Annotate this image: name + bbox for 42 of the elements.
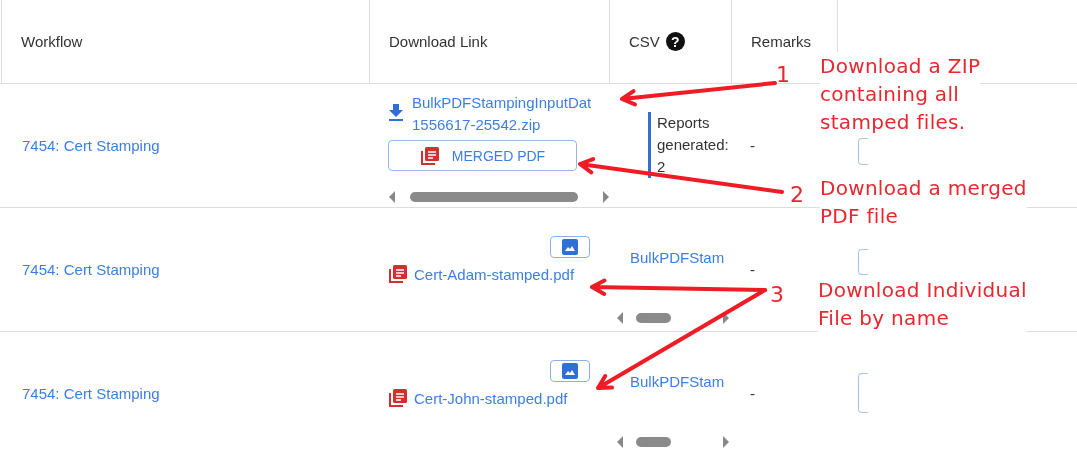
column-header: Workflow [21, 33, 83, 50]
scrollbar-thumb[interactable] [636, 437, 671, 447]
image-preview-button[interactable] [550, 360, 590, 382]
scroll-left-icon[interactable] [616, 436, 624, 448]
image-icon [562, 363, 578, 379]
scrollbar-thumb[interactable] [636, 313, 671, 323]
remarks-text: - [750, 261, 755, 278]
workflow-link[interactable]: 7454: Cert Stamping [22, 137, 160, 154]
file-download-link[interactable]: Cert-Adam-stamped.pdf [414, 265, 575, 283]
annotation-number: 3 [770, 281, 784, 309]
remarks-text: - [750, 385, 755, 402]
csv-link[interactable]: BulkPDFStam [630, 249, 731, 266]
column-header: CSV [629, 33, 660, 50]
pdf-icon [388, 264, 408, 284]
scrollbar-thumb[interactable] [410, 192, 578, 202]
workflow-link[interactable]: 7454: Cert Stamping [22, 261, 160, 278]
image-preview-button[interactable] [550, 236, 590, 258]
download-icon[interactable] [388, 104, 404, 122]
merged-pdf-button[interactable]: MERGED PDF [388, 140, 577, 171]
input-field[interactable] [858, 373, 868, 413]
file-download-link[interactable]: Cert-John-stamped.pdf [414, 389, 568, 407]
annotation-number: 1 [776, 61, 790, 89]
pdf-icon [419, 145, 440, 166]
annotation-text: Download a ZIP containing all stamped files. [820, 52, 981, 136]
scroll-left-icon[interactable] [388, 191, 396, 203]
scroll-right-icon[interactable] [602, 191, 610, 203]
reports-generated-text: Reports generated: 2 [648, 112, 732, 178]
image-icon [562, 239, 578, 255]
remarks-text: - [750, 137, 755, 154]
scroll-left-icon[interactable] [616, 312, 624, 324]
workflow-link[interactable]: 7454: Cert Stamping [22, 385, 160, 402]
annotation-number: 2 [790, 181, 804, 209]
input-field[interactable] [858, 249, 868, 275]
pdf-icon [388, 388, 408, 408]
scroll-right-icon[interactable] [722, 312, 730, 324]
help-icon[interactable]: ? [665, 32, 685, 51]
csv-link[interactable]: BulkPDFStam [630, 373, 731, 390]
column-header: Remarks [751, 33, 811, 50]
column-header: Download Link [389, 33, 488, 50]
input-field[interactable] [858, 138, 868, 165]
zip-download-link[interactable]: BulkPDFStampingInputDat 1556617-25542.zip [412, 92, 592, 136]
scroll-right-icon[interactable] [722, 436, 730, 448]
